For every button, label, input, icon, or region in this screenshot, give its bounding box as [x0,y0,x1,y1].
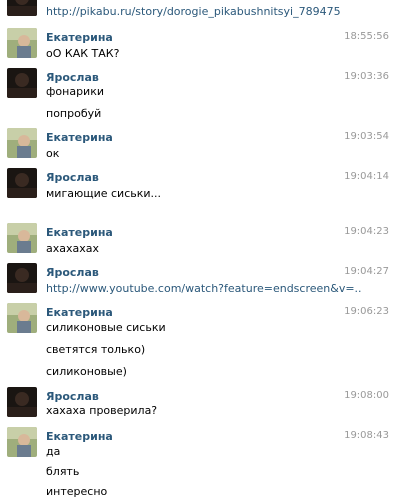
message-author[interactable]: Екатерина [46,31,113,44]
message-time: 19:08:00 [344,390,389,401]
message-time: 19:06:23 [344,306,389,317]
yaroslav-avatar[interactable] [7,387,37,417]
message-previous: http://pikabu.ru/story/dorogie_pikabushn… [0,0,400,20]
message-time: 19:04:23 [344,226,389,237]
yaroslav-avatar[interactable] [7,0,37,16]
ekaterina-avatar[interactable] [7,28,37,58]
message-author[interactable]: Екатерина [46,131,113,144]
message-author[interactable]: Ярослав [46,266,99,279]
message-author[interactable]: Екатерина [46,226,113,239]
chat-history: http://pikabu.ru/story/dorogie_pikabushn… [0,0,400,498]
yaroslav-avatar[interactable] [7,68,37,98]
message-text: фонарики [46,85,104,98]
message-text: светятся только) [46,343,146,356]
message-author[interactable]: Ярослав [46,71,99,84]
message-text: хахаха проверила? [46,404,158,417]
yaroslav-avatar[interactable] [7,168,37,198]
message-time: 18:55:56 [344,31,389,42]
message-time: 19:03:36 [344,71,389,82]
message-time: 19:04:14 [344,171,389,182]
ekaterina-avatar[interactable] [7,128,37,158]
message-text: интересно [46,485,108,498]
message-text: силиконовые сиськи [46,321,166,334]
message-author[interactable]: Ярослав [46,171,99,184]
message-text: ок [46,147,60,160]
message-link[interactable]: http://www.youtube.com/watch?feature=end… [46,282,362,295]
ekaterina-avatar[interactable] [7,223,37,253]
message-text: силиконовые) [46,365,127,378]
message-text: попробуй [46,107,102,120]
message-text: ахахахах [46,242,100,255]
message-link[interactable]: http://pikabu.ru/story/dorogie_pikabushn… [46,5,341,18]
message-author[interactable]: Ярослав [46,390,99,403]
message-text: блять [46,465,80,478]
message-time: 19:08:43 [344,430,389,441]
message-text: да [46,445,61,458]
message-text: оО КАК ТАК? [46,47,120,60]
ekaterina-avatar[interactable] [7,427,37,457]
message-author[interactable]: Екатерина [46,430,113,443]
message-author[interactable]: Екатерина [46,306,113,319]
message-time: 19:04:27 [344,266,389,277]
yaroslav-avatar[interactable] [7,263,37,293]
message-time: 19:03:54 [344,131,389,142]
ekaterina-avatar[interactable] [7,303,37,333]
message-text: мигающие сиськи... [46,187,162,200]
